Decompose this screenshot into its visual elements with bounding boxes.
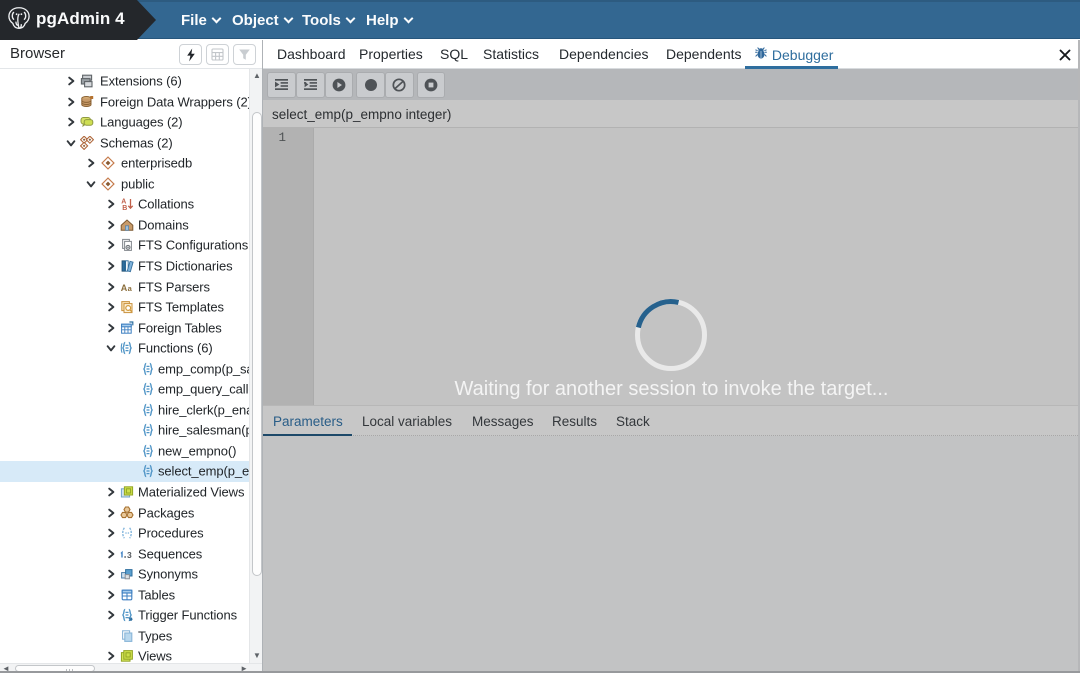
svg-text:B: B xyxy=(122,205,127,211)
svg-text:a: a xyxy=(128,283,133,292)
svg-text:3: 3 xyxy=(127,550,132,560)
